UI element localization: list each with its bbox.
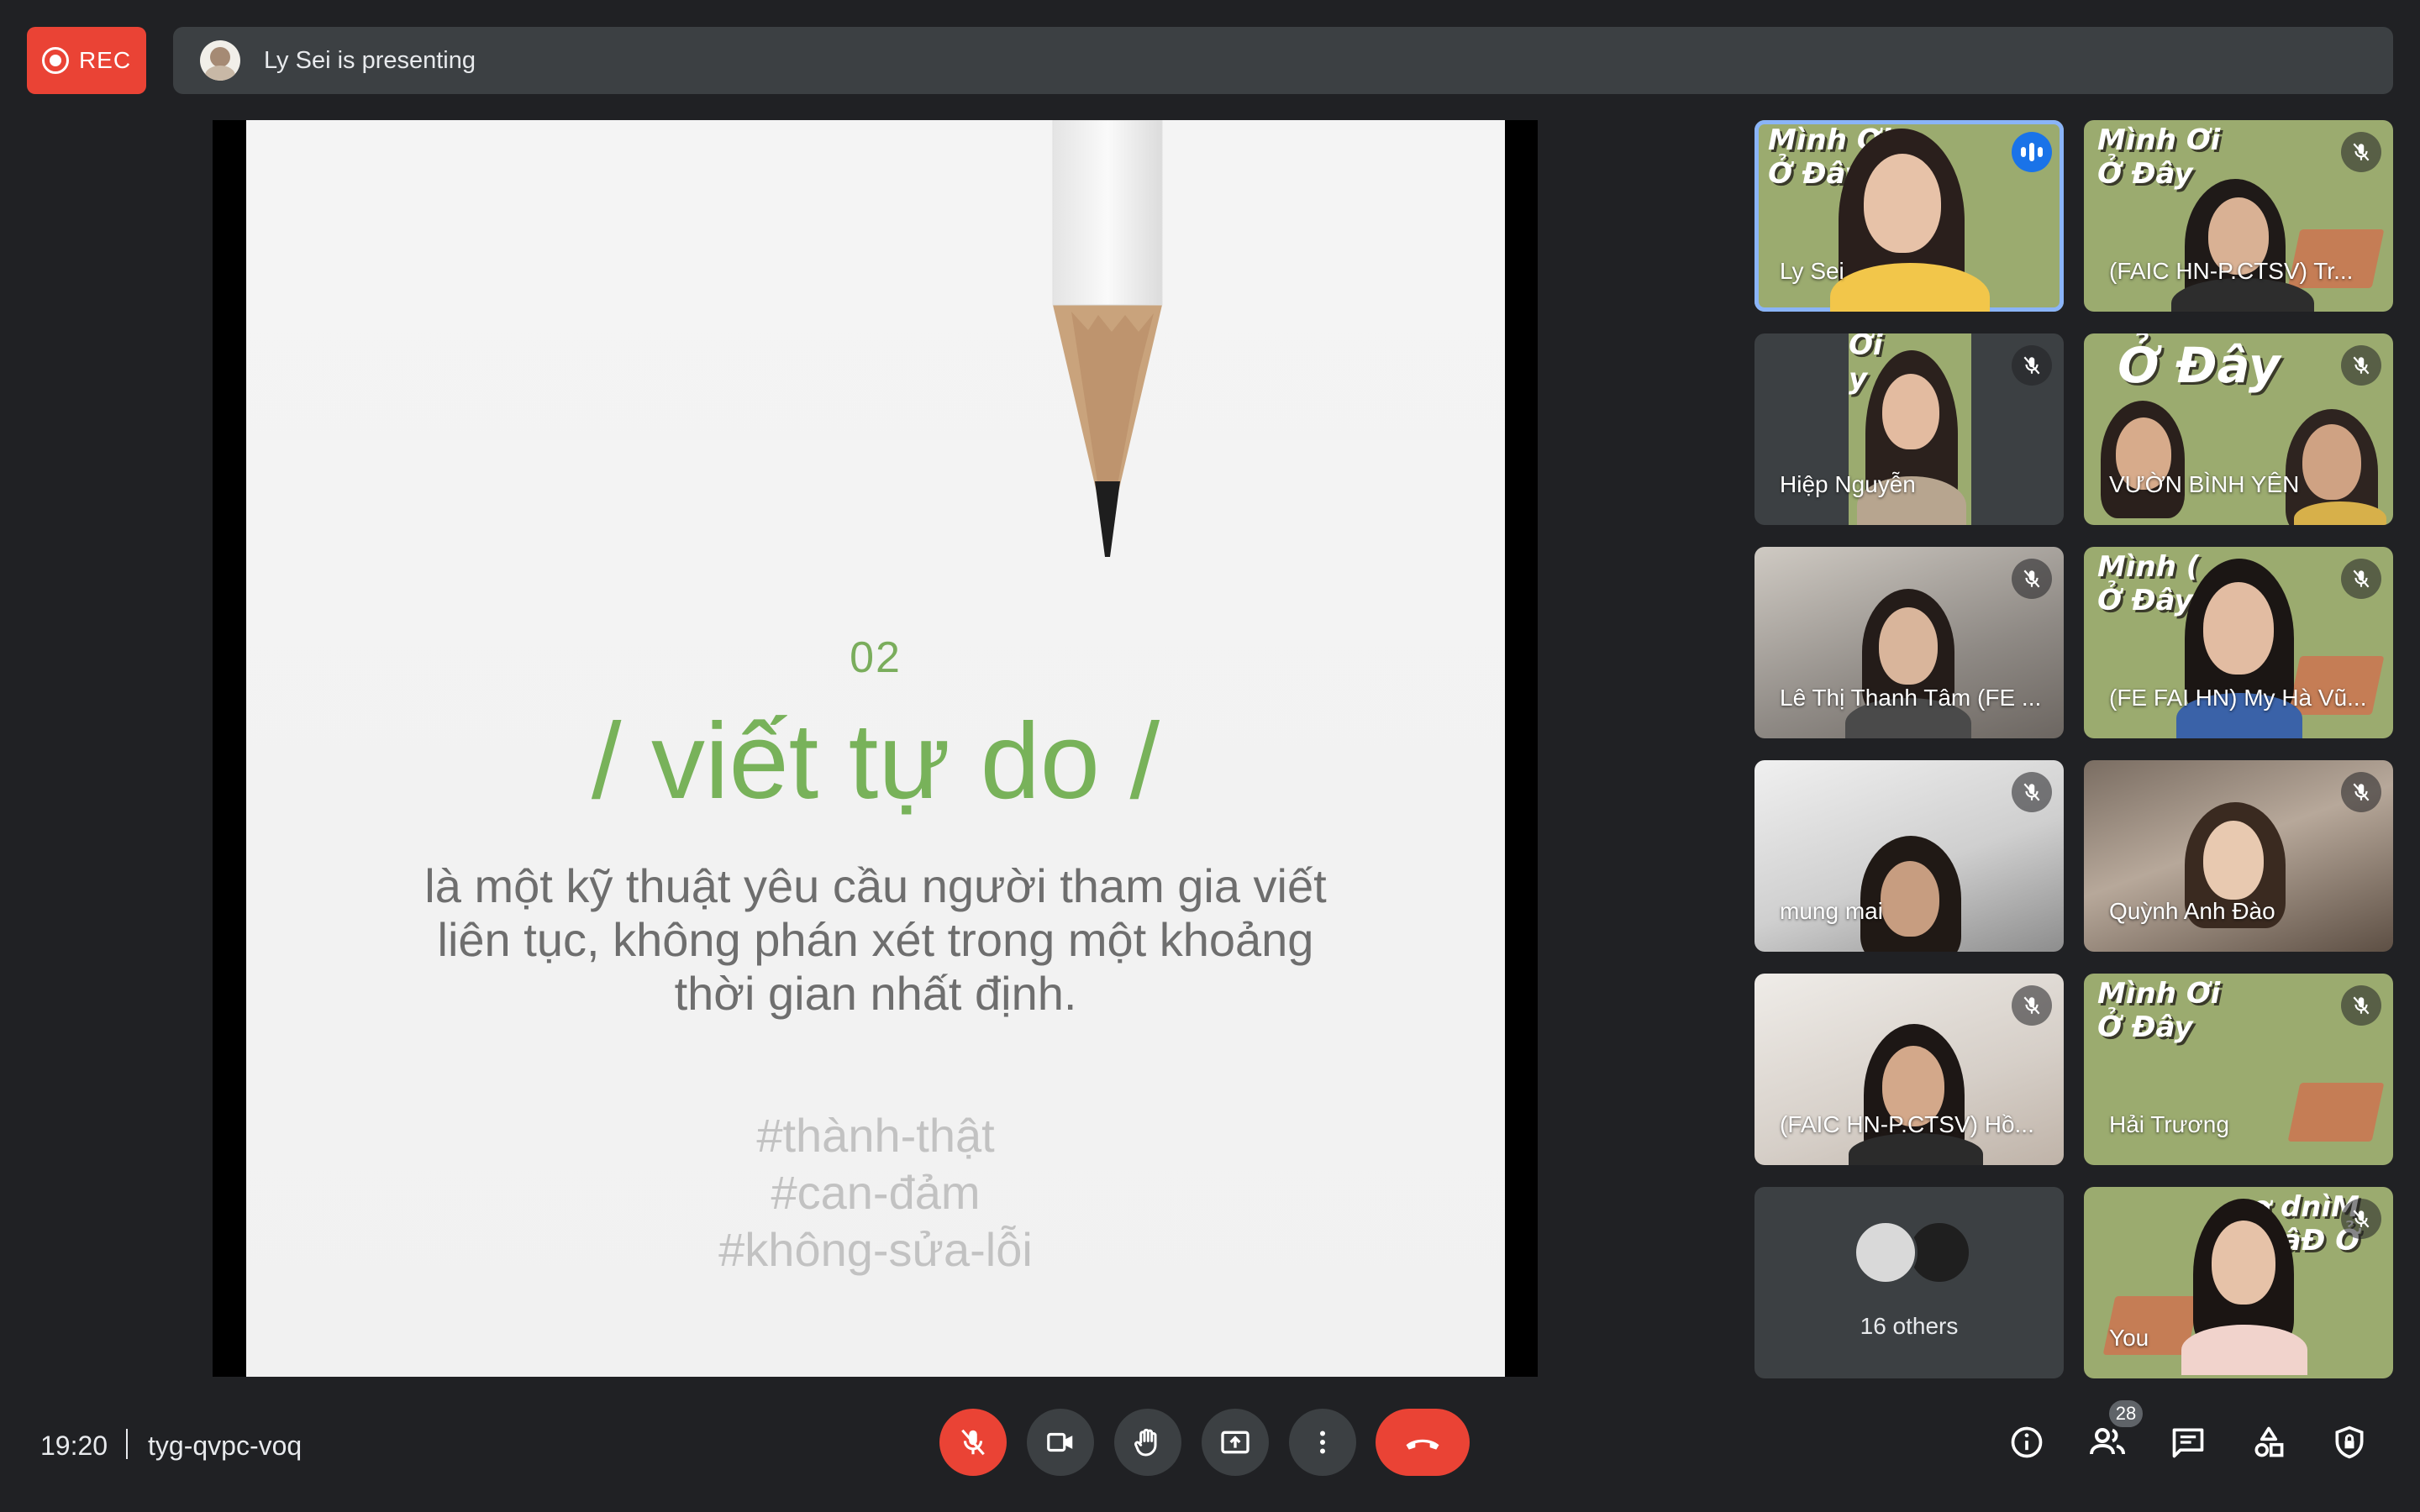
presentation-slide: 02 / viết tự do / là một kỹ thuật yêu cầ… <box>246 120 1505 1377</box>
self-tile[interactable]: ơ dnìM vâĐ Ở You <box>2084 1187 2393 1378</box>
people-count-badge: 28 <box>2107 1399 2144 1429</box>
participant-name: mung mai <box>1780 898 1883 924</box>
raise-hand-button[interactable] <box>1114 1409 1181 1476</box>
tile-background-banner: Ở Đây <box>2118 337 2281 394</box>
hand-icon <box>1134 1428 1157 1457</box>
slide-tag: #can-đảm <box>771 1166 981 1219</box>
slide-body: là một kỹ thuật yêu cầu người tham gia v… <box>424 859 1327 1020</box>
tile-background-banner: Mình Ơi Ở Đây <box>2097 123 2221 191</box>
mic-off-icon <box>2012 772 2052 812</box>
camera-toggle-button[interactable] <box>1027 1409 1094 1476</box>
end-call-icon <box>1406 1439 1439 1450</box>
participant-tile[interactable]: Mình ( Ở Đây (FE FAI HN) My Hà Vũ... <box>2084 547 2393 738</box>
speech-bubble-graphic <box>2287 1083 2385 1142</box>
slide-tag: #không-sửa-lỗi <box>718 1223 1033 1276</box>
others-tile[interactable]: 16 others <box>1754 1187 2064 1378</box>
chat-button[interactable] <box>2161 1415 2215 1469</box>
mic-off-icon <box>2341 772 2381 812</box>
participant-tile[interactable]: Ơi y Hiệp Nguyễn <box>1754 333 2064 525</box>
participant-name: (FE FAI HN) My Hà Vũ... <box>2109 685 2367 711</box>
participant-tile[interactable]: (FAIC HN-P.CTSV) Hồ... <box>1754 974 2064 1165</box>
recording-indicator[interactable]: REC <box>27 27 146 94</box>
participant-tile[interactable]: mung mai <box>1754 760 2064 952</box>
participant-tile[interactable]: Mình Ơi Ở Đây Ly Sei <box>1754 120 2064 312</box>
host-controls-button[interactable] <box>2323 1415 2376 1469</box>
participant-tile[interactable]: Mình Ơi Ở Đây Hải Trương <box>2084 974 2393 1165</box>
others-count: 16 others <box>1860 1313 1959 1339</box>
mic-off-icon <box>2341 1199 2381 1239</box>
participant-name: (FAIC HN-P.CTSV) Tr... <box>2109 258 2354 284</box>
presenter-avatar <box>200 40 240 81</box>
presenting-bar: Ly Sei is presenting <box>173 27 2393 94</box>
camera-icon <box>1047 1432 1073 1452</box>
participant-name: Hải Trương <box>2109 1111 2229 1137</box>
others-avatars <box>1854 1221 1971 1284</box>
presentation-stage[interactable]: 02 / viết tự do / là một kỹ thuật yêu cầ… <box>213 120 1538 1377</box>
record-icon <box>41 47 69 74</box>
recording-label: REC <box>78 47 132 73</box>
divider <box>126 1429 128 1459</box>
present-now-button[interactable] <box>1202 1409 1269 1476</box>
mic-toggle-button[interactable] <box>939 1409 1007 1476</box>
bottom-toolbar: 19:20 tyg-qvpc-voq 28 <box>0 1390 2420 1512</box>
participant-tile[interactable]: Mình Ơi Ở Đây (FAIC HN-P.CTSV) Tr... <box>2084 120 2393 312</box>
mic-off-icon <box>961 1429 985 1456</box>
more-vert-icon <box>1320 1431 1325 1454</box>
mic-off-icon <box>2012 345 2052 386</box>
mic-off-icon <box>2341 132 2381 172</box>
participant-name: Lê Thị Thanh Tâm (FE ... <box>1780 685 2042 711</box>
mic-off-icon <box>2341 985 2381 1026</box>
slide-tags: #thành-thật #can-đảm #không-sửa-lỗi <box>246 1107 1505 1278</box>
speaking-indicator-icon <box>2012 132 2052 172</box>
participant-tile[interactable]: Quỳnh Anh Đào <box>2084 760 2393 952</box>
more-options-button[interactable] <box>1289 1409 1356 1476</box>
slide-title: / viết tự do / <box>591 701 1160 822</box>
tile-background-banner: Mình ( Ở Đây <box>2097 550 2200 617</box>
participant-name: Ly Sei <box>1780 258 1844 284</box>
mic-off-icon <box>2012 985 2052 1026</box>
chat-icon <box>2172 1428 2204 1458</box>
shield-lock-icon <box>2335 1425 2364 1459</box>
info-icon <box>2011 1426 2043 1458</box>
mic-off-icon <box>2341 345 2381 386</box>
pencil-graphic <box>1052 120 1163 557</box>
mic-off-icon <box>2012 559 2052 599</box>
participant-name: Hiệp Nguyễn <box>1780 471 1916 497</box>
participant-tile[interactable]: Ở Đây VƯỜN BÌNH YÊN <box>2084 333 2393 525</box>
participant-name: You <box>2109 1325 2149 1351</box>
slide-tag: #thành-thật <box>756 1109 995 1162</box>
activities-button[interactable] <box>2242 1415 2296 1469</box>
presenting-text: Ly Sei is presenting <box>264 46 476 74</box>
participant-name: VƯỜN BÌNH YÊN <box>2109 471 2300 497</box>
meeting-details-button[interactable] <box>2000 1415 2054 1469</box>
present-screen-icon <box>1221 1431 1249 1454</box>
avatar <box>1854 1221 1918 1284</box>
participant-tile[interactable]: Lê Thị Thanh Tâm (FE ... <box>1754 547 2064 738</box>
meeting-time: 19:20 <box>40 1431 108 1461</box>
leave-call-button[interactable] <box>1376 1409 1470 1476</box>
participant-name: Quỳnh Anh Đào <box>2109 898 2275 924</box>
mic-off-icon <box>2341 559 2381 599</box>
meeting-code: tyg-qvpc-voq <box>148 1431 302 1461</box>
activities-icon <box>2254 1426 2284 1457</box>
slide-number: 02 <box>850 633 902 682</box>
participant-name: (FAIC HN-P.CTSV) Hồ... <box>1780 1111 2034 1137</box>
tile-background-banner: Mình Ơi Ở Đây <box>2097 977 2221 1044</box>
